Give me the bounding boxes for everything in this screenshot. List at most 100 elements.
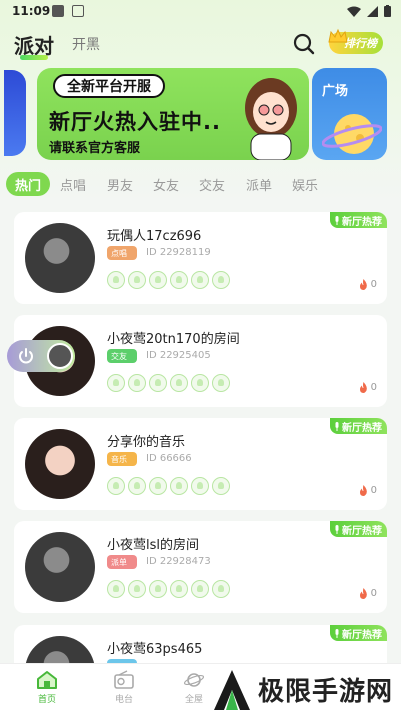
- mic-seat-icon: [128, 271, 146, 289]
- mic-seat-icon: [170, 477, 188, 495]
- room-heat: 0: [359, 485, 377, 496]
- mic-seat-icon: [170, 580, 188, 598]
- notification-icon: [52, 5, 64, 17]
- room-heat-value: 0: [370, 279, 377, 290]
- recommend-tag-label: 新厅热荐: [342, 422, 382, 434]
- mic-seat-icon: [107, 477, 125, 495]
- recommend-tag: 新厅热荐: [330, 418, 387, 434]
- room-title: 小夜莺20tn170的房间: [107, 332, 240, 347]
- watermark-text: 极限手游网: [258, 677, 394, 707]
- watermark: 极限手游网: [208, 666, 401, 713]
- planet-icon: [322, 114, 382, 154]
- recommend-tag: 新厅热荐: [330, 212, 387, 228]
- mic-icon: [335, 628, 339, 638]
- room-type-badge: 派单: [107, 555, 137, 569]
- mic-seats: [107, 271, 230, 289]
- room-card[interactable]: 小夜莺lsl的房间 派单 ID 22928473 0 新厅热荐: [14, 521, 387, 613]
- mic-seats: [107, 580, 230, 598]
- mic-seat-icon: [128, 580, 146, 598]
- tab-kaihei[interactable]: 开黑: [72, 34, 100, 54]
- status-time: 11:09: [12, 4, 51, 18]
- mic-seat-icon: [149, 477, 167, 495]
- category-girlfriend[interactable]: 女友: [153, 172, 179, 196]
- room-heat: 0: [359, 382, 377, 393]
- mic-seat-icon: [107, 374, 125, 392]
- battery-icon: [384, 5, 391, 17]
- category-hot[interactable]: 热门: [6, 172, 51, 196]
- floating-mini-player[interactable]: [7, 340, 75, 372]
- power-icon[interactable]: [17, 347, 35, 365]
- room-id: ID 22928119: [146, 247, 211, 258]
- mic-icon: [335, 524, 339, 534]
- banner-pill: 全新平台开服: [53, 74, 165, 98]
- room-heat: 0: [359, 279, 377, 290]
- category-tabs: 热门 点唱 男友 女友 交友 派单 娱乐: [0, 172, 401, 196]
- mic-seats: [107, 374, 230, 392]
- room-id: ID 66666: [146, 453, 192, 464]
- planet-icon: [183, 673, 205, 687]
- mini-player-avatar: [47, 343, 73, 369]
- room-title: 分享你的音乐: [107, 435, 186, 450]
- promo-banner[interactable]: 全新平台开服 新厅火热入驻中.. 请联系官方客服: [37, 68, 309, 160]
- mic-seat-icon: [149, 580, 167, 598]
- category-dispatch[interactable]: 派单: [246, 172, 272, 196]
- plaza-banner[interactable]: 广场: [312, 68, 387, 160]
- banner-prev-peek[interactable]: [4, 70, 26, 156]
- room-heat: 0: [359, 588, 377, 599]
- rank-button[interactable]: 排行榜: [328, 28, 383, 54]
- mic-seat-icon: [191, 580, 209, 598]
- crown-icon: [328, 28, 348, 43]
- home-icon: [37, 671, 57, 689]
- banner-subline: 请联系官方客服: [49, 141, 141, 156]
- fire-icon: [359, 382, 367, 393]
- fire-icon: [359, 279, 367, 290]
- category-entertainment[interactable]: 娱乐: [292, 172, 318, 196]
- room-avatar: [25, 532, 95, 602]
- fire-icon: [359, 588, 367, 599]
- plaza-label: 广场: [322, 84, 349, 99]
- tab-whole-room-label: 全屋: [184, 695, 203, 705]
- active-tab-indicator: [20, 55, 48, 60]
- mic-seat-icon: [149, 374, 167, 392]
- room-heat-value: 0: [370, 382, 377, 393]
- mic-seat-icon: [212, 374, 230, 392]
- mic-seat-icon: [128, 374, 146, 392]
- room-title: 小夜莺lsl的房间: [107, 538, 199, 553]
- recommend-tag-label: 新厅热荐: [342, 525, 382, 537]
- category-friends[interactable]: 交友: [199, 172, 225, 196]
- mic-seat-icon: [191, 271, 209, 289]
- recommend-tag-label: 新厅热荐: [342, 216, 382, 228]
- tab-radio[interactable]: 电台: [94, 670, 154, 705]
- room-heat-value: 0: [370, 485, 377, 496]
- room-heat-value: 0: [370, 588, 377, 599]
- signal-icon: [367, 5, 378, 17]
- mic-icon: [335, 421, 339, 431]
- top-header: 派对 开黑 排行榜: [0, 26, 401, 62]
- room-card[interactable]: 分享你的音乐 音乐 ID 66666 0 新厅热荐: [14, 418, 387, 510]
- room-avatar: [25, 429, 95, 499]
- mic-seat-icon: [212, 271, 230, 289]
- category-sing[interactable]: 点唱: [60, 172, 86, 196]
- mic-seat-icon: [107, 271, 125, 289]
- banner-girl-illustration: [245, 78, 297, 160]
- mic-seat-icon: [191, 374, 209, 392]
- wifi-icon: [347, 6, 361, 17]
- room-title: 小夜莺63ps465: [107, 642, 203, 657]
- screen-record-icon: [72, 5, 84, 17]
- category-boyfriend[interactable]: 男友: [107, 172, 133, 196]
- tab-radio-label: 电台: [114, 695, 133, 705]
- mic-seat-icon: [128, 477, 146, 495]
- fire-icon: [359, 485, 367, 496]
- mic-seat-icon: [170, 374, 188, 392]
- tab-home[interactable]: 首页: [17, 670, 77, 705]
- search-icon[interactable]: [292, 32, 316, 56]
- mic-seats: [107, 477, 230, 495]
- status-icons: [347, 5, 391, 17]
- room-type-badge: 交友: [107, 349, 137, 363]
- mic-seat-icon: [107, 580, 125, 598]
- room-title: 玩偶人17cz696: [107, 229, 202, 244]
- recommend-tag-label: 新厅热荐: [342, 629, 382, 641]
- room-card[interactable]: 玩偶人17cz696 点唱 ID 22928119 0 新厅热荐: [14, 212, 387, 304]
- room-avatar: [25, 223, 95, 293]
- radio-icon: [114, 670, 134, 689]
